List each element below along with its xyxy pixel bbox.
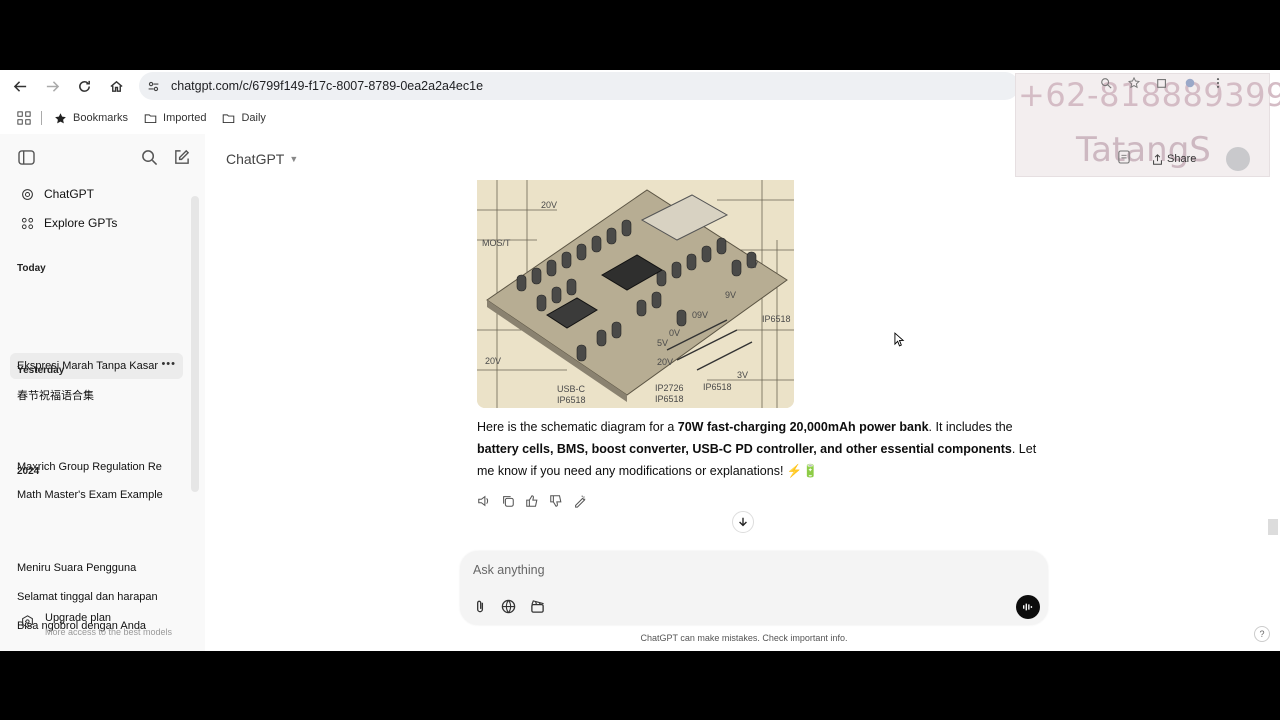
edit-icon: [175, 149, 190, 164]
tools-button[interactable]: [528, 597, 546, 615]
reload-icon: [78, 80, 90, 92]
sidebar-item-explore-gpts[interactable]: Explore GPTs: [10, 210, 182, 236]
search-web-button[interactable]: [499, 597, 517, 615]
sidebar-toggle-icon: [18, 150, 35, 165]
model-selector[interactable]: ChatGPT ▼: [226, 151, 298, 167]
voice-mode-button[interactable]: [1016, 595, 1040, 619]
arrow-left-icon: [13, 80, 26, 92]
section-today: Today: [17, 263, 46, 274]
chat-item[interactable]: Meniru Suara Pengguna: [10, 555, 183, 581]
chat-item[interactable]: Math Master's Exam Example: [10, 482, 183, 508]
thumbs-down-icon[interactable]: [549, 494, 564, 509]
user-avatar[interactable]: [1226, 147, 1250, 171]
main-scrollbar[interactable]: [1268, 519, 1278, 535]
mouse-cursor: [894, 332, 905, 352]
read-aloud-icon[interactable]: [477, 494, 492, 509]
chevron-down-icon: ▼: [289, 154, 299, 164]
waveform-icon: [1023, 603, 1033, 611]
sidebar-item-chatgpt[interactable]: ChatGPT: [10, 181, 182, 207]
apps-grid-icon[interactable]: [17, 111, 31, 125]
share-icon: [1153, 153, 1162, 165]
bookmark-imported[interactable]: Imported: [144, 112, 206, 125]
prompt-input[interactable]: [473, 561, 973, 579]
extension-icon[interactable]: [1156, 76, 1168, 94]
message-actions: [477, 494, 588, 509]
help-button[interactable]: ?: [1254, 626, 1270, 642]
reload-button[interactable]: [68, 70, 100, 102]
new-chat-button[interactable]: [173, 149, 190, 166]
upgrade-plan-button[interactable]: Upgrade plan More access to the best mod…: [0, 604, 205, 644]
url-field[interactable]: chatgpt.com/c/6799f149-f17c-8007-8789-0e…: [139, 72, 1019, 100]
scroll-to-bottom-button[interactable]: [732, 511, 754, 533]
arrow-down-icon: [739, 517, 747, 527]
bookmark-daily[interactable]: Daily: [222, 112, 266, 125]
back-button[interactable]: [4, 70, 36, 102]
forward-button[interactable]: [36, 70, 68, 102]
search-icon: [142, 150, 158, 166]
clapperboard-icon: [530, 599, 544, 613]
generated-image[interactable]: 20V MOS/T 5V 9V IP6518 09V 0V 5V 20V 20V…: [477, 180, 794, 408]
chat-item[interactable]: 春节祝福语合集: [10, 382, 183, 408]
sidebar-scrollbar[interactable]: [191, 196, 199, 492]
folder-icon: [144, 113, 157, 123]
site-settings-icon[interactable]: [139, 80, 167, 93]
attach-button[interactable]: [471, 597, 489, 615]
profile-icon[interactable]: [1184, 76, 1196, 94]
document-icon[interactable]: [1118, 150, 1130, 164]
bookmark-star-icon[interactable]: [1127, 76, 1141, 94]
star-icon: [55, 112, 66, 123]
bookmark-bookmarks[interactable]: Bookmarks: [54, 112, 128, 125]
openai-logo-icon: [20, 187, 34, 201]
section-yesterday: Yesterday: [17, 365, 65, 376]
home-button[interactable]: [100, 70, 132, 102]
browser-viewport: chatgpt.com/c/6799f149-f17c-8007-8789-0e…: [0, 70, 1280, 651]
url-text: chatgpt.com/c/6799f149-f17c-8007-8789-0e…: [171, 79, 484, 93]
bookmarks-divider: [41, 111, 42, 125]
assistant-message: Here is the schematic diagram for a 70W …: [477, 420, 1037, 478]
sidebar-toolbar: [0, 146, 205, 170]
folder-icon: [223, 113, 235, 123]
globe-icon: [501, 599, 515, 613]
arrow-right-icon: [46, 80, 59, 92]
thumbs-up-icon[interactable]: [525, 494, 540, 509]
search-chats-button[interactable]: [141, 149, 158, 166]
paperclip-icon: [476, 600, 483, 612]
edit-image-icon[interactable]: [573, 494, 588, 509]
zoom-icon[interactable]: [1100, 76, 1112, 94]
home-icon: [109, 80, 123, 92]
upgrade-icon: [21, 615, 35, 629]
more-menu-icon[interactable]: [1212, 76, 1224, 94]
disclaimer-text: ChatGPT can make mistakes. Check importa…: [640, 633, 848, 643]
grid-icon: [20, 216, 34, 230]
copy-icon[interactable]: [501, 494, 516, 509]
sidebar: ChatGPT Explore GPTs Today Ekspresi Mara…: [0, 134, 205, 651]
toggle-sidebar-button[interactable]: [18, 150, 35, 165]
composer: [460, 551, 1048, 625]
section-2024: 2024: [17, 466, 40, 477]
browser-extension-icons: [1100, 76, 1224, 94]
share-button[interactable]: Share: [1152, 148, 1196, 170]
chat-options-icon[interactable]: •••: [161, 358, 176, 370]
